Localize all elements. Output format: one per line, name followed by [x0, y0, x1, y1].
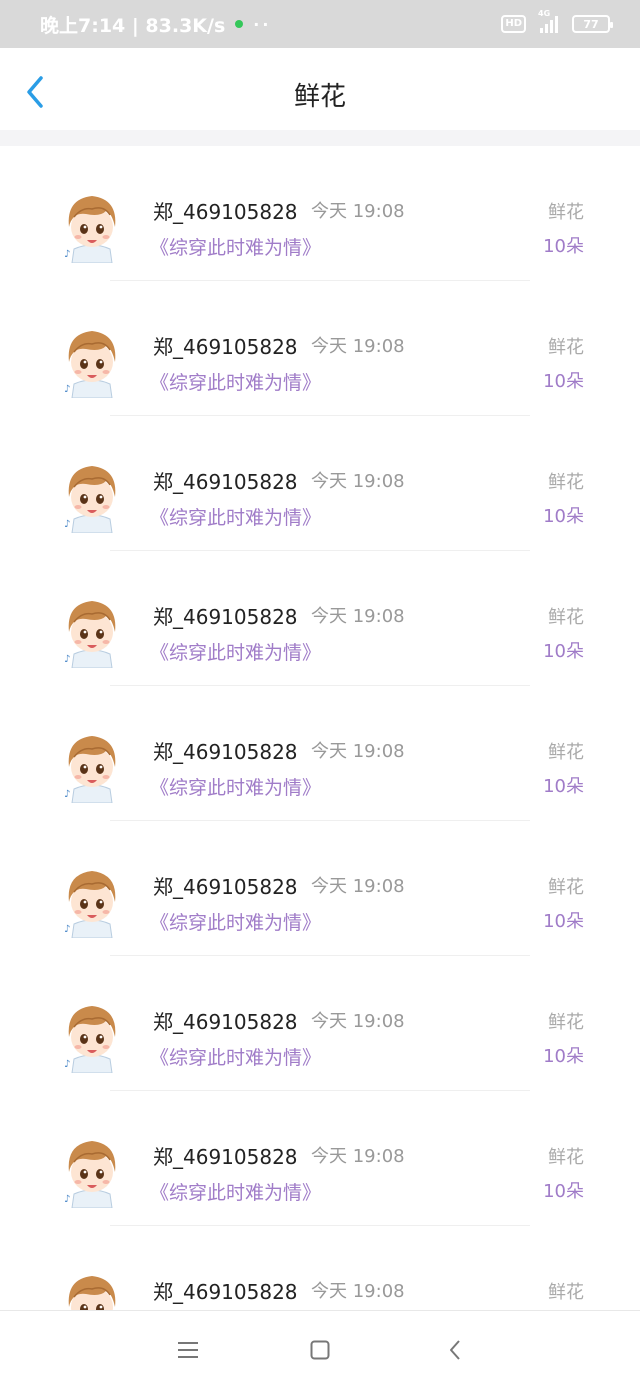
gift-type: 鲜花: [548, 1012, 584, 1033]
svg-text:♪: ♪: [64, 924, 70, 935]
svg-text:♪: ♪: [64, 384, 70, 395]
status-bar: 晚上7:14 | 83.3K/s ·· HD 4G 77: [0, 0, 640, 48]
send-time: 今天 19:08: [311, 1146, 405, 1167]
status-more-dots: ··: [253, 14, 272, 34]
header-gap: [0, 130, 640, 146]
book-title-link[interactable]: 《综穿此时难为情》: [150, 368, 321, 395]
menu-icon: [178, 1342, 198, 1358]
avatar-image: ♪: [64, 601, 116, 669]
gift-type: 鲜花: [548, 472, 584, 493]
avatar[interactable]: ♪: [60, 862, 124, 939]
list-item[interactable]: ♪ 郑_469105828 今天 19:08 《综穿此时难为情》 鲜花 10朵: [0, 281, 640, 416]
book-title-link[interactable]: 《综穿此时难为情》: [150, 233, 321, 260]
svg-text:♪: ♪: [64, 789, 70, 800]
book-title-link[interactable]: 《综穿此时难为情》: [150, 638, 321, 665]
svg-text:♪: ♪: [64, 654, 70, 665]
list-item[interactable]: ♪ 郑_469105828 今天 19:08 鲜花: [0, 1226, 640, 1310]
send-time: 今天 19:08: [311, 336, 405, 357]
send-time: 今天 19:08: [311, 606, 405, 627]
nav-back-icon: [450, 1340, 460, 1360]
avatar-image: ♪: [64, 1006, 116, 1074]
svg-text:♪: ♪: [64, 1059, 70, 1070]
avatar[interactable]: ♪: [60, 592, 124, 669]
username: 郑_469105828: [153, 605, 298, 629]
nav-back-button[interactable]: [440, 1335, 470, 1365]
list-item[interactable]: ♪ 郑_469105828 今天 19:08 《综穿此时难为情》 鲜花 10朵: [0, 686, 640, 821]
gift-count: 10朵: [543, 641, 584, 662]
book-title-link[interactable]: 《综穿此时难为情》: [150, 503, 321, 530]
avatar[interactable]: ♪: [60, 322, 124, 399]
avatar[interactable]: ♪: [60, 187, 124, 264]
svg-text:♪: ♪: [64, 249, 70, 260]
page-title: 鲜花: [293, 82, 346, 112]
list-item[interactable]: ♪ 郑_469105828 今天 19:08 《综穿此时难为情》 鲜花 10朵: [0, 416, 640, 551]
avatar-image: ♪: [64, 331, 116, 399]
send-time: 今天 19:08: [311, 1281, 405, 1302]
gift-count: 10朵: [543, 371, 584, 392]
list-item[interactable]: ♪ 郑_469105828 今天 19:08 《综穿此时难为情》 鲜花 10朵: [0, 146, 640, 281]
gift-type: 鲜花: [548, 742, 584, 763]
status-time-speed: 晚上7:14 | 83.3K/s: [40, 14, 226, 37]
book-title-link[interactable]: 《综穿此时难为情》: [150, 1043, 321, 1070]
avatar-image: ♪: [64, 871, 116, 939]
gift-count: 10朵: [543, 1181, 584, 1202]
book-title-link[interactable]: 《综穿此时难为情》: [150, 908, 321, 935]
avatar[interactable]: ♪: [60, 1267, 124, 1310]
send-time: 今天 19:08: [311, 471, 405, 492]
send-time: 今天 19:08: [311, 741, 405, 762]
avatar[interactable]: ♪: [60, 1132, 124, 1209]
gift-list[interactable]: ♪ 郑_469105828 今天 19:08 《综穿此时难为情》 鲜花 10朵: [0, 146, 640, 1310]
username: 郑_469105828: [153, 200, 298, 224]
battery-icon: 77: [572, 15, 613, 33]
gift-type: 鲜花: [548, 877, 584, 898]
book-title-link[interactable]: 《综穿此时难为情》: [150, 773, 321, 800]
gift-count: 10朵: [543, 911, 584, 932]
username: 郑_469105828: [153, 1010, 298, 1034]
gift-type: 鲜花: [548, 607, 584, 628]
list-item[interactable]: ♪ 郑_469105828 今天 19:08 《综穿此时难为情》 鲜花 10朵: [0, 551, 640, 686]
home-button[interactable]: [305, 1335, 335, 1365]
username: 郑_469105828: [153, 335, 298, 359]
gift-count: 10朵: [543, 506, 584, 527]
avatar[interactable]: ♪: [60, 727, 124, 804]
avatar[interactable]: ♪: [60, 997, 124, 1074]
signal-icon: 4G: [538, 9, 558, 33]
svg-text:♪: ♪: [64, 519, 70, 530]
battery-level: 77: [583, 17, 599, 31]
gift-type: 鲜花: [548, 202, 584, 223]
gift-count: 10朵: [543, 776, 584, 797]
gift-type: 鲜花: [548, 1282, 584, 1303]
username: 郑_469105828: [153, 1145, 298, 1169]
list-item[interactable]: ♪ 郑_469105828 今天 19:08 《综穿此时难为情》 鲜花 10朵: [0, 1091, 640, 1226]
header: 鲜花: [0, 48, 640, 130]
system-nav-bar: [0, 1310, 640, 1387]
gift-type: 鲜花: [548, 1147, 584, 1168]
avatar-image: ♪: [64, 196, 116, 264]
home-square-icon: [310, 1340, 330, 1360]
send-time: 今天 19:08: [311, 876, 405, 897]
gift-count: 10朵: [543, 236, 584, 257]
username: 郑_469105828: [153, 875, 298, 899]
send-time: 今天 19:08: [311, 1011, 405, 1032]
gift-count: 10朵: [543, 1046, 584, 1067]
username: 郑_469105828: [153, 470, 298, 494]
list-item[interactable]: ♪ 郑_469105828 今天 19:08 《综穿此时难为情》 鲜花 10朵: [0, 956, 640, 1091]
list-item[interactable]: ♪ 郑_469105828 今天 19:08 《综穿此时难为情》 鲜花 10朵: [0, 821, 640, 956]
avatar-image: ♪: [64, 1141, 116, 1209]
book-title-link[interactable]: 《综穿此时难为情》: [150, 1178, 321, 1205]
avatar[interactable]: ♪: [60, 457, 124, 534]
network-type: 4G: [538, 9, 551, 18]
svg-text:♪: ♪: [64, 1194, 70, 1205]
avatar-image: ♪: [64, 736, 116, 804]
menu-button[interactable]: [173, 1335, 203, 1365]
send-time: 今天 19:08: [311, 201, 405, 222]
hd-icon: HD: [501, 15, 526, 33]
avatar-image: ♪: [64, 466, 116, 534]
username: 郑_469105828: [153, 1280, 298, 1304]
green-dot-icon: [235, 20, 244, 28]
gift-type: 鲜花: [548, 337, 584, 358]
avatar-image: ♪: [68, 1276, 116, 1310]
username: 郑_469105828: [153, 740, 298, 764]
